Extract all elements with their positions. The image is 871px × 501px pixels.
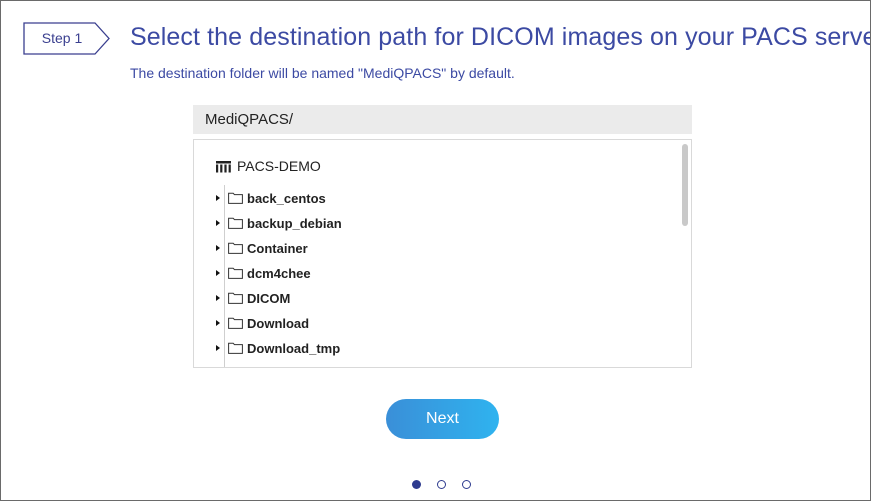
step-badge: Step 1 [23,22,111,55]
tree-item-label: back_centos [247,190,326,206]
folder-icon [228,317,243,329]
tree-root-pacs-demo[interactable]: PACS-DEMO [216,157,321,175]
tree-item-container[interactable]: Container [216,239,308,257]
tree-root-label: PACS-DEMO [237,158,321,174]
tree-item-label: DICOM [247,290,291,306]
tree-item-label: dcm4chee [247,265,311,281]
expand-caret-icon[interactable] [216,270,220,276]
pager-dot-3[interactable] [462,480,471,489]
tree-item-back-centos[interactable]: back_centos [216,189,326,207]
tree-item-label: backup_debian [247,215,342,231]
wizard-frame: Step 1 Select the destination path for D… [0,0,871,501]
folder-icon [228,217,243,229]
tree-scrollbar[interactable] [682,144,688,226]
folder-icon [228,192,243,204]
expand-caret-icon[interactable] [216,295,220,301]
tree-item-label: Container [247,240,308,256]
folder-icon [228,267,243,279]
tree-item-download-tmp[interactable]: Download_tmp [216,339,340,357]
tree-item-dcm4chee[interactable]: dcm4chee [216,264,311,282]
page-subtitle: The destination folder will be named "Me… [130,65,515,81]
expand-caret-icon[interactable] [216,195,220,201]
pager-dots [412,480,487,489]
folder-icon [228,292,243,304]
tree-item-download[interactable]: Download [216,314,309,332]
tree-item-backup-debian[interactable]: backup_debian [216,214,342,232]
tree-item-partial [216,364,247,368]
pager-dot-2[interactable] [437,480,446,489]
folder-tree[interactable]: PACS-DEMO back_centos backup_debian Cont… [193,139,692,368]
tree-item-label: Download [247,315,310,331]
page-title: Select the destination path for DICOM im… [130,23,871,51]
next-button[interactable]: Next [386,399,499,439]
expand-caret-icon[interactable] [216,220,220,226]
step-label: Step 1 [41,30,83,46]
folder-icon [228,342,243,354]
expand-caret-icon[interactable] [216,245,220,251]
tree-item-dicom[interactable]: DICOM [216,289,290,307]
destination-path-field: MediQPACS/ [193,105,692,134]
folder-icon [228,242,243,254]
tree-item-label: Download_tmp [247,340,341,356]
expand-caret-icon[interactable] [216,345,220,351]
pager-dot-1[interactable] [412,480,421,489]
server-icon [216,160,231,172]
expand-caret-icon[interactable] [216,320,220,326]
folder-icon [228,367,243,368]
